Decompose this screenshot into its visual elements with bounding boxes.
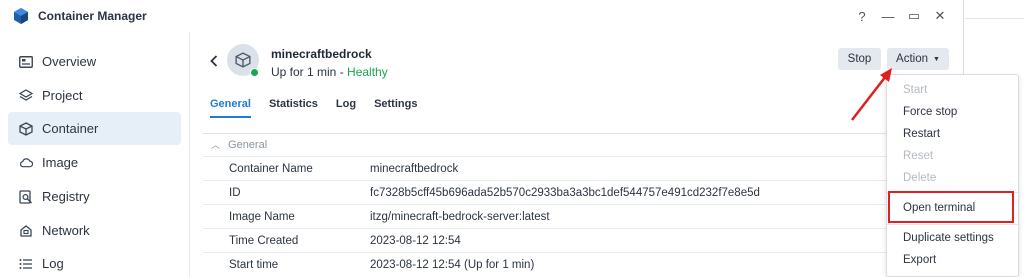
close-icon[interactable]: ✕ [930,6,950,26]
detail-row: Start time 2023-08-12 12:54 (Up for 1 mi… [203,252,903,276]
detail-row: Image Name itzg/minecraft-bedrock-server… [203,204,903,228]
registry-search-icon [19,189,33,204]
sidebar-item-registry[interactable]: Registry [8,180,181,213]
sidebar-item-log[interactable]: Log [8,247,181,277]
sidebar-item-project[interactable]: Project [8,79,181,112]
tab-log[interactable]: Log [336,98,356,118]
sidebar-item-label: Network [42,223,90,238]
app-title: Container Manager [38,9,147,23]
cloud-icon [19,156,33,170]
back-chevron-icon[interactable] [207,52,221,70]
menu-item-start: Start [903,84,928,96]
menu-item-duplicate-settings[interactable]: Duplicate settings [887,227,1020,249]
container-name-heading: minecraftbedrock [271,47,372,61]
detail-value: fc7328b5cff45b696ada52b570c2933ba3a3bc1d… [370,186,760,199]
detail-tabs: General Statistics Log Settings [210,98,435,118]
detail-value: itzg/minecraft-bedrock-server:latest [370,210,550,223]
title-bar: Container Manager ? — ▭ ✕ [0,0,963,32]
detail-row: Time Created 2023-08-12 12:54 [203,228,903,252]
menu-item-force-stop[interactable]: Force stop [887,101,1020,123]
detail-key: Start time [229,258,279,271]
menu-divider [887,224,1020,225]
maximize-icon[interactable]: ▭ [904,6,924,26]
sidebar-item-label: Overview [42,54,97,69]
detail-key: Image Name [229,210,295,223]
uptime-text: Up for 1 min - [271,65,348,79]
sidebar-item-overview[interactable]: Overview [8,45,181,78]
sidebar-item-label: Project [42,88,83,103]
detail-key: ID [229,186,241,199]
tab-general[interactable]: General [210,98,251,118]
sidebar-item-container[interactable]: Container [8,112,181,145]
tab-statistics[interactable]: Statistics [269,98,318,118]
menu-item-export[interactable]: Export [887,249,1020,271]
network-icon [19,224,33,238]
help-icon[interactable]: ? [852,6,872,26]
section-title: General [228,138,268,151]
list-icon [19,257,33,271]
detail-key: Time Created [229,234,299,247]
general-section-header[interactable]: ︿ General [203,133,903,155]
layers-icon [19,88,33,103]
detail-key: Container Name [229,162,313,175]
container-manager-logo-icon [14,8,28,24]
minimize-icon[interactable]: — [878,6,898,26]
health-status: Healthy [347,65,388,79]
menu-item-restart[interactable]: Restart [887,123,1020,145]
action-button-label: Action [896,53,929,65]
detail-value: minecraftbedrock [370,162,459,175]
sidebar-item-network[interactable]: Network [8,214,181,247]
sidebar-item-image[interactable]: Image [8,146,181,179]
detail-value: 2023-08-12 12:54 (Up for 1 min) [370,258,535,271]
detail-row: ID fc7328b5cff45b696ada52b570c2933ba3a3b… [203,180,903,204]
running-status-dot [250,68,259,77]
container-status-text: Up for 1 min - Healthy [271,65,388,79]
annotation-highlight-box [888,191,1014,223]
cube-icon [235,52,251,68]
sidebar-item-label: Container [42,121,99,136]
menu-item-reset: Reset [903,150,934,162]
menu-item-delete: Delete [903,172,937,184]
sidebar: Overview Project Container Image Registr… [0,32,190,277]
background-divider [965,18,1024,19]
tab-settings[interactable]: Settings [374,98,417,118]
sidebar-item-label: Registry [42,189,90,204]
sidebar-item-label: Log [42,256,64,271]
action-dropdown-menu: Start Force stop Restart Reset Delete Op… [886,74,1020,277]
chevron-up-icon: ︿ [211,140,221,150]
detail-value: 2023-08-12 12:54 [370,234,461,247]
overview-icon [19,55,33,69]
container-manager-window: Container Manager ? — ▭ ✕ Overview Proje… [0,0,964,277]
annotation-arrow-icon [851,68,892,121]
detail-row: Container Name minecraftbedrock [203,156,903,180]
cube-icon [19,121,33,136]
sidebar-item-label: Image [42,155,79,170]
caret-down-icon: ▼ [933,55,940,63]
